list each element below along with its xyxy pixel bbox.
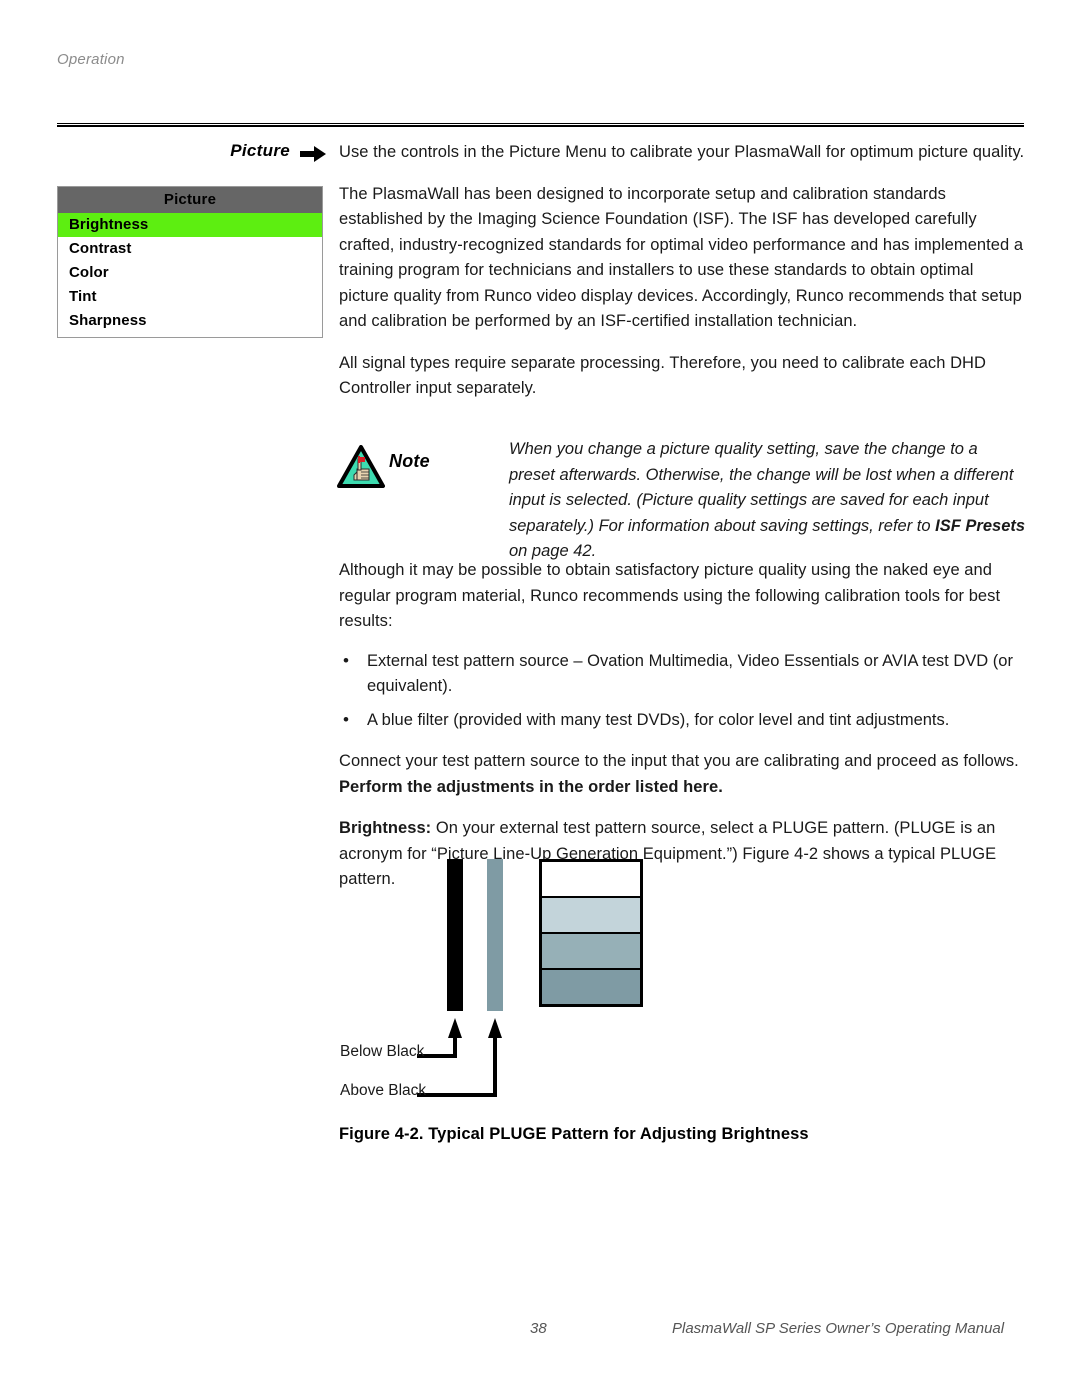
section-label: Picture	[230, 141, 290, 160]
osd-picture-menu[interactable]: Picture Brightness Contrast Color Tint S…	[57, 186, 323, 338]
figure-label-above-black: Above Black	[340, 1082, 427, 1099]
paragraph-isf: The PlasmaWall has been designed to inco…	[339, 184, 1024, 331]
osd-item-sharpness[interactable]: Sharpness	[58, 309, 322, 333]
pluge-step-stack	[539, 859, 643, 1007]
step-dark-gray	[542, 970, 640, 1004]
list-item: A blue filter (provided with many test D…	[339, 707, 1025, 734]
connect-source-plain: Connect your test pattern source to the …	[339, 752, 1019, 770]
footer-page-number: 38	[530, 1320, 547, 1337]
paragraph-connect-source: Connect your test pattern source to the …	[339, 749, 1025, 800]
osd-item-contrast[interactable]: Contrast	[58, 237, 322, 261]
step-white	[542, 862, 640, 898]
step-light-gray	[542, 898, 640, 934]
osd-item-color[interactable]: Color	[58, 261, 322, 285]
osd-menu-title: Picture	[58, 187, 322, 213]
note-text-emphasis: ISF Presets	[935, 516, 1026, 535]
brightness-term: Brightness:	[339, 819, 432, 837]
pluge-pattern-figure: Below Black Above Black	[339, 852, 1029, 1122]
figure-label-below-black: Below Black	[340, 1043, 425, 1060]
above-black-bar	[487, 859, 503, 1011]
paragraph-signal-types: All signal types require separate proces…	[339, 353, 986, 398]
note-triangle-hand-icon	[337, 445, 385, 489]
osd-item-brightness[interactable]: Brightness	[58, 213, 322, 237]
running-header: Operation	[57, 51, 125, 68]
body-column-top: Use the controls in the Picture Menu to …	[339, 140, 1025, 418]
header-rule	[57, 122, 1024, 127]
paragraph-calibration-tools: Although it may be possible to obtain sa…	[339, 561, 1001, 630]
list-item: External test pattern source – Ovation M…	[339, 648, 1025, 700]
below-black-bar	[447, 859, 463, 1011]
note-label: Note	[389, 451, 430, 471]
figure-caption: Figure 4-2. Typical PLUGE Pattern for Ad…	[339, 1125, 809, 1143]
osd-menu-list: Brightness Contrast Color Tint Sharpness	[58, 213, 322, 337]
paragraph-intro: Use the controls in the Picture Menu to …	[339, 143, 1025, 161]
note-text: When you change a picture quality settin…	[509, 437, 1027, 565]
step-medium-gray	[542, 934, 640, 970]
calibration-tools-list: External test pattern source – Ovation M…	[339, 648, 1025, 734]
footer-manual-title: PlasmaWall SP Series Owner’s Operating M…	[672, 1320, 1005, 1337]
connect-source-bold: Perform the adjustments in the order lis…	[339, 777, 723, 796]
osd-item-tint[interactable]: Tint	[58, 285, 322, 309]
